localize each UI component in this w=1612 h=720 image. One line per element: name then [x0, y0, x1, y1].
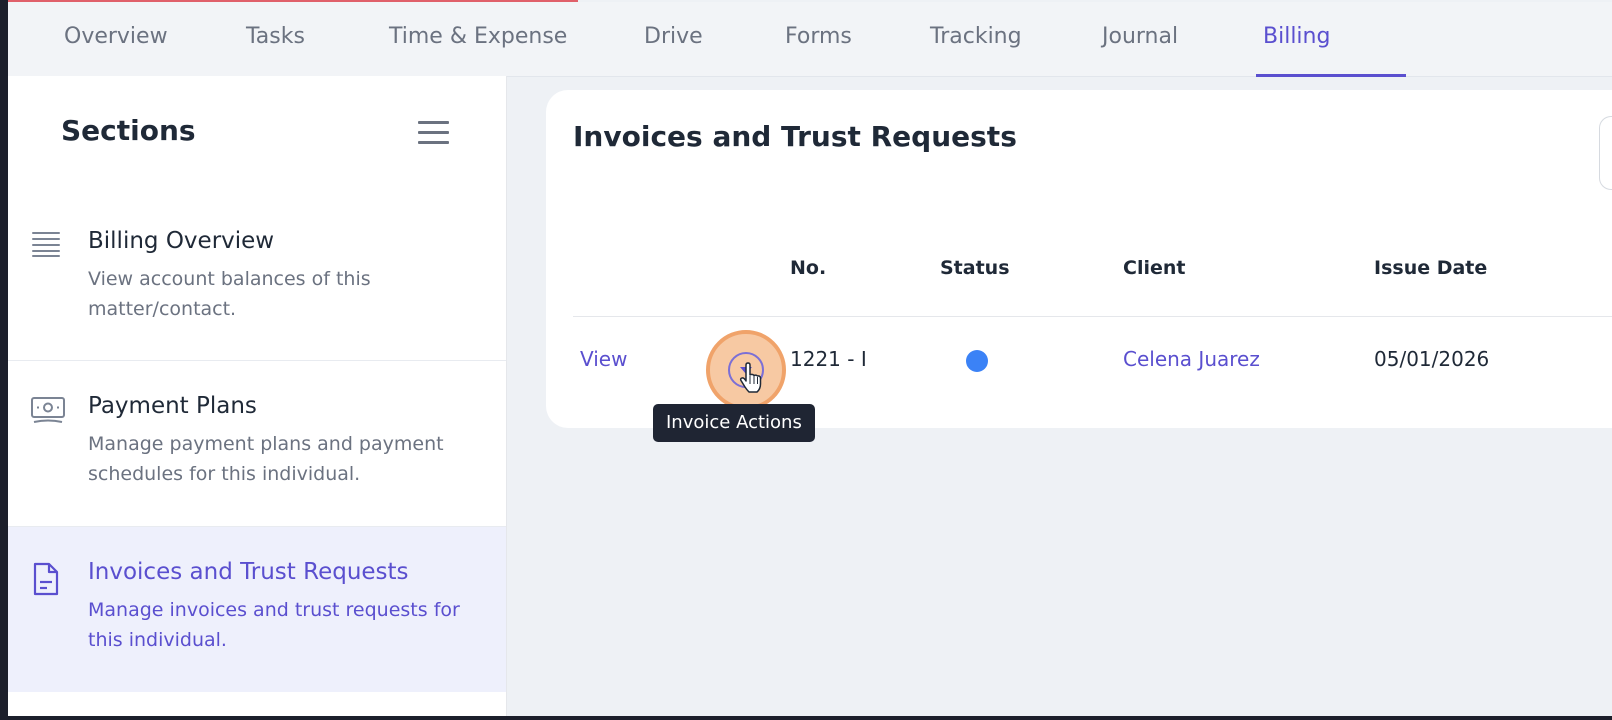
- issue-date: 05/01/2026: [1374, 347, 1490, 371]
- list-lines-icon: [32, 232, 60, 257]
- hamburger-menu-icon[interactable]: [418, 121, 450, 145]
- tab-tracking[interactable]: Tracking: [930, 2, 1022, 76]
- tab-time-expense[interactable]: Time & Expense: [389, 2, 567, 76]
- column-header-status[interactable]: Status: [940, 257, 1010, 279]
- card-title: Invoices and Trust Requests: [573, 120, 1017, 153]
- money-bill-icon: [31, 397, 65, 423]
- sidebar-item-billing-overview[interactable]: Billing Overview View account balances o…: [8, 196, 506, 361]
- app-window: Overview Tasks Time & Expense Drive Form…: [8, 0, 1612, 716]
- sidebar-item-description: Manage payment plans and payment schedul…: [88, 433, 444, 485]
- tab-billing[interactable]: Billing: [1263, 2, 1330, 76]
- document-icon: [33, 562, 59, 596]
- sidebar-item-description: Manage invoices and trust requests for t…: [88, 599, 460, 651]
- tab-journal[interactable]: Journal: [1102, 2, 1178, 76]
- client-link[interactable]: Celena Juarez: [1123, 347, 1260, 371]
- sidebar-item-title: Invoices and Trust Requests: [88, 559, 409, 585]
- card-action-button[interactable]: [1599, 116, 1612, 190]
- invoice-actions-button[interactable]: [706, 330, 786, 410]
- column-header-client[interactable]: Client: [1123, 257, 1185, 279]
- view-link[interactable]: View: [580, 347, 627, 371]
- tab-forms[interactable]: Forms: [785, 2, 852, 76]
- tab-drive[interactable]: Drive: [644, 2, 703, 76]
- invoices-card: Invoices and Trust Requests No. Status C…: [546, 90, 1612, 442]
- sidebar-item-description: View account balances of this matter/con…: [88, 268, 371, 320]
- header-divider: [573, 316, 1612, 317]
- sections-sidebar: Sections Billing Overview View account b…: [8, 76, 507, 716]
- column-header-no[interactable]: No.: [790, 257, 826, 279]
- sidebar-item-title: Billing Overview: [88, 228, 275, 254]
- status-indicator: [966, 350, 988, 372]
- sidebar-item-title: Payment Plans: [88, 393, 257, 419]
- tab-tasks[interactable]: Tasks: [246, 2, 305, 76]
- sidebar-item-invoices-trust-requests[interactable]: Invoices and Trust Requests Manage invoi…: [8, 527, 506, 692]
- invoice-number: 1221 - I: [790, 347, 867, 371]
- sidebar-title: Sections: [61, 114, 196, 147]
- pointer-hand-icon: [739, 362, 762, 393]
- sidebar-item-payment-plans[interactable]: Payment Plans Manage payment plans and p…: [8, 361, 506, 527]
- column-header-issue-date[interactable]: Issue Date: [1374, 257, 1487, 279]
- invoice-actions-tooltip: Invoice Actions: [653, 404, 815, 442]
- tab-bar: Overview Tasks Time & Expense Drive Form…: [8, 2, 1612, 77]
- active-tab-indicator: [1256, 74, 1406, 77]
- tab-overview[interactable]: Overview: [64, 2, 168, 76]
